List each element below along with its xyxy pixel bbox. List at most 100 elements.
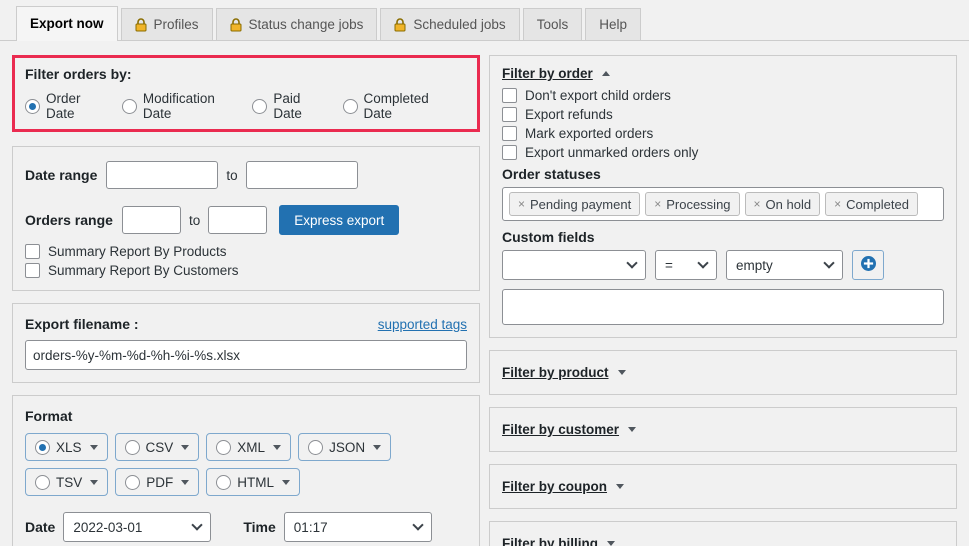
checkbox-indicator[interactable] (25, 263, 40, 278)
chevron-down-icon[interactable] (90, 479, 99, 485)
radio-indicator[interactable] (252, 98, 268, 114)
radio-indicator[interactable] (124, 439, 140, 455)
orders-range-from-input[interactable] (121, 206, 181, 234)
checkbox-summary-report-by-customers[interactable]: Summary Report By Customers (25, 261, 467, 280)
radio-indicator[interactable] (216, 439, 232, 455)
tab-label: Profiles (153, 17, 199, 32)
status-tag[interactable]: × Processing (645, 192, 740, 216)
custom-field-name-select[interactable] (502, 250, 646, 280)
checkbox-export-unmarked-orders-only[interactable]: Export unmarked orders only (502, 143, 944, 162)
format-option-pdf[interactable]: PDF (115, 468, 200, 496)
tab-label: Export now (30, 16, 104, 31)
radio-indicator[interactable] (342, 98, 358, 114)
date-select[interactable]: 2022-03-01 (63, 512, 212, 542)
status-tag[interactable]: × Completed (825, 192, 918, 216)
tab-export-now[interactable]: Export now (16, 6, 118, 41)
checkbox-indicator[interactable] (502, 88, 517, 103)
radio-indicator[interactable] (216, 474, 232, 490)
accordion-label: Filter by product (502, 365, 609, 380)
format-label: JSON (329, 439, 366, 455)
lock-icon (135, 17, 147, 32)
right-column: Filter by order Don't export child order… (489, 55, 957, 546)
status-tag[interactable]: × On hold (744, 192, 821, 216)
checkbox-mark-exported-orders[interactable]: Mark exported orders (502, 124, 944, 143)
filter-by-coupon-header[interactable]: Filter by coupon (502, 479, 625, 494)
format-option-tsv[interactable]: TSV (25, 468, 109, 496)
add-custom-field-button[interactable] (852, 250, 884, 280)
chevron-up-icon[interactable] (601, 71, 610, 76)
radio-completed-date[interactable]: Completed Date (342, 91, 449, 121)
checkbox-label: Export refunds (525, 107, 613, 122)
filter-by-customer-header[interactable]: Filter by customer (502, 422, 637, 437)
plus-circle-icon (860, 255, 877, 275)
tab-scheduled-jobs[interactable]: Scheduled jobs (380, 8, 520, 40)
chevron-down-icon[interactable] (617, 370, 626, 375)
format-label: TSV (56, 474, 83, 490)
filter-by-product-panel: Filter by product (489, 350, 957, 395)
chevron-down-icon[interactable] (607, 541, 616, 546)
date-range-from-input[interactable] (106, 161, 219, 189)
filter-orders-by-radio-group: Order Date Modification Date Paid Date C… (25, 91, 467, 121)
filter-by-billing-header[interactable]: Filter by billing (502, 536, 616, 546)
checkbox-summary-report-by-products[interactable]: Summary Report By Products (25, 242, 467, 261)
radio-label: Order Date (46, 91, 81, 121)
tab-profiles[interactable]: Profiles (120, 8, 213, 40)
radio-label: Modification Date (142, 91, 215, 121)
custom-fields-label: Custom fields (502, 229, 595, 245)
custom-field-value-select[interactable]: empty (726, 250, 843, 280)
date-range-to-input[interactable] (245, 161, 358, 189)
chevron-down-icon[interactable] (273, 444, 282, 450)
radio-indicator[interactable] (121, 98, 137, 114)
checkbox-indicator[interactable] (25, 244, 40, 259)
chevron-down-icon[interactable] (89, 444, 98, 450)
radio-indicator[interactable] (125, 474, 141, 490)
tab-help[interactable]: Help (585, 8, 641, 40)
chevron-down-icon[interactable] (373, 444, 382, 450)
orders-range-to-input[interactable] (208, 206, 268, 234)
filter-by-coupon-panel: Filter by coupon (489, 464, 957, 509)
chevron-down-icon[interactable] (628, 427, 637, 432)
tab-tools[interactable]: Tools (522, 8, 583, 40)
format-option-xml[interactable]: XML (206, 433, 292, 461)
chevron-down-icon[interactable] (181, 479, 190, 485)
format-option-html[interactable]: HTML (206, 468, 301, 496)
radio-order-date[interactable]: Order Date (25, 91, 104, 121)
filter-by-billing-panel: Filter by billing (489, 521, 957, 546)
remove-tag-icon[interactable]: × (654, 197, 661, 211)
express-export-button[interactable]: Express export (279, 205, 400, 235)
radio-modification-date[interactable]: Modification Date (121, 91, 235, 121)
date-select-value: 2022-03-01 (73, 519, 143, 535)
radio-indicator[interactable] (308, 439, 324, 455)
time-select[interactable]: 01:17 (283, 512, 432, 542)
checkbox-export-refunds[interactable]: Export refunds (502, 105, 944, 124)
remove-tag-icon[interactable]: × (834, 197, 841, 211)
radio-paid-date[interactable]: Paid Date (252, 91, 324, 121)
remove-tag-icon[interactable]: × (754, 197, 761, 211)
remove-tag-icon[interactable]: × (518, 197, 525, 211)
checkbox-indicator[interactable] (502, 126, 517, 141)
radio-indicator[interactable] (35, 474, 50, 490)
filter-by-order-header[interactable]: Filter by order (502, 66, 610, 81)
checkbox-indicator[interactable] (502, 107, 517, 122)
chevron-down-icon[interactable] (616, 484, 625, 489)
custom-field-text-input[interactable] (502, 289, 944, 325)
orders-range-to-label: to (188, 212, 201, 228)
tab-status-change-jobs[interactable]: Status change jobs (215, 8, 378, 40)
format-option-xls[interactable]: XLS (25, 433, 108, 461)
export-filename-input[interactable] (25, 340, 467, 370)
chevron-down-icon[interactable] (282, 479, 291, 485)
order-statuses-tag-input[interactable]: × Pending payment × Processing × On hold × C… (502, 187, 944, 221)
filter-by-product-header[interactable]: Filter by product (502, 365, 626, 380)
custom-field-operator-select[interactable]: = (655, 250, 717, 280)
format-option-json[interactable]: JSON (298, 433, 392, 461)
checkbox-dont-export-child-orders[interactable]: Don't export child orders (502, 86, 944, 105)
format-option-csv[interactable]: CSV (114, 433, 200, 461)
status-tag[interactable]: × Pending payment (509, 192, 641, 216)
radio-indicator[interactable] (35, 439, 50, 455)
radio-indicator[interactable] (25, 98, 40, 114)
date-range-row: Date range to (25, 161, 467, 189)
chevron-down-icon[interactable] (181, 444, 190, 450)
supported-tags-link[interactable]: supported tags (378, 317, 467, 332)
chevron-down-icon (697, 257, 709, 269)
checkbox-indicator[interactable] (502, 145, 517, 160)
